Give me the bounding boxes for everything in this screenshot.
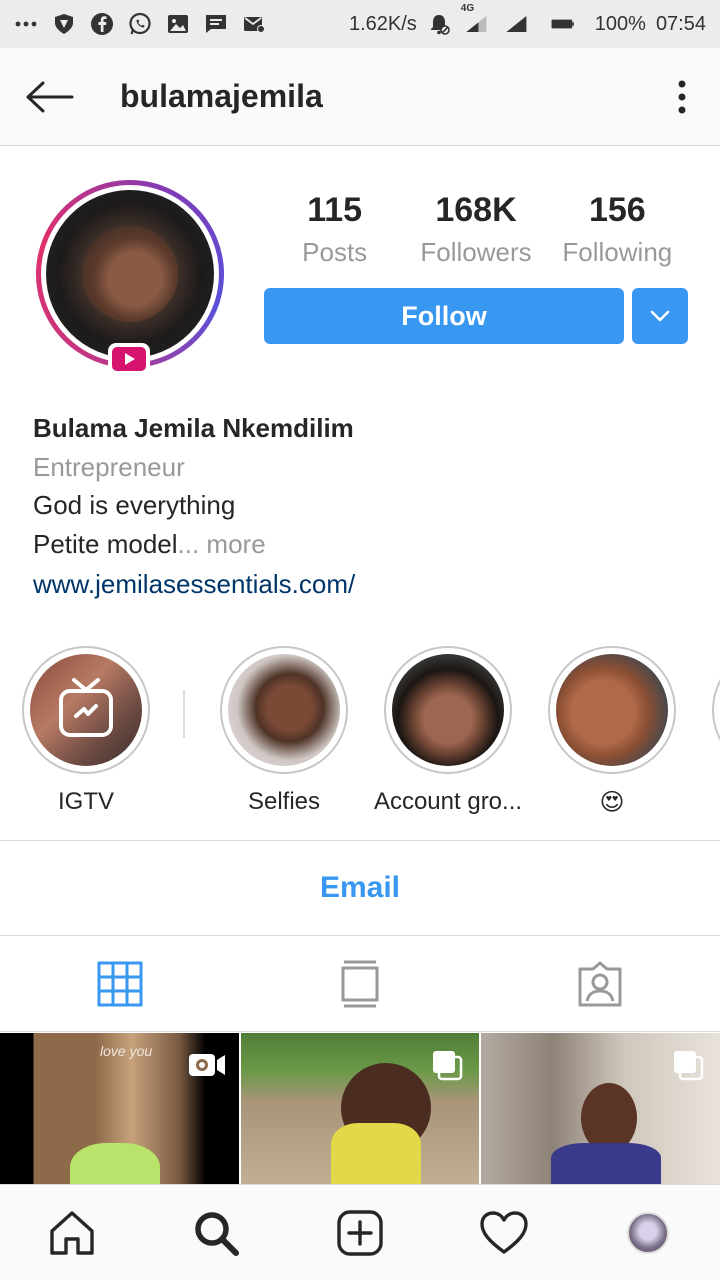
- chevron-down-icon: [650, 310, 670, 322]
- tagged-icon: [578, 961, 622, 1006]
- page-title: bulamajemila: [120, 78, 323, 114]
- vpn-shield-icon: [52, 12, 76, 36]
- highlight-account-growth[interactable]: Account gro...: [366, 646, 530, 816]
- follow-button[interactable]: Follow: [264, 288, 624, 344]
- clock: 07:54: [655, 12, 706, 35]
- avatar-photo: [46, 190, 214, 358]
- bio-website-link[interactable]: www.jemilasessentials.com/: [33, 564, 693, 604]
- profile-tabs: [0, 936, 720, 1032]
- play-icon: [125, 353, 135, 365]
- mute-bell-icon: [427, 12, 451, 36]
- nav-home[interactable]: [0, 1185, 144, 1280]
- video-icon: [187, 1049, 227, 1081]
- signal-icon: 4G: [461, 3, 491, 36]
- battery-percent: 100%: [594, 12, 646, 35]
- igtv-icon: [59, 678, 113, 737]
- add-post-icon: [337, 1209, 383, 1256]
- bio-line: God is everything: [33, 490, 236, 520]
- carousel-icon: [427, 1049, 467, 1081]
- highlight-divider: [183, 690, 185, 738]
- message-icon: [204, 12, 228, 36]
- post-thumbnail[interactable]: [481, 1033, 720, 1184]
- highlight-more[interactable]: [694, 646, 720, 774]
- stat-posts[interactable]: 115 Posts: [264, 188, 405, 272]
- stat-followers[interactable]: 168K Followers: [405, 188, 546, 272]
- bio-more-link[interactable]: ... more: [178, 529, 266, 559]
- options-button[interactable]: [644, 48, 720, 146]
- bottom-navigation: [0, 1184, 720, 1280]
- highlight-igtv[interactable]: IGTV: [4, 646, 168, 816]
- post-caption-text: love you: [100, 1043, 153, 1059]
- suggestions-dropdown-button[interactable]: [632, 288, 688, 344]
- signal-icon: [501, 12, 531, 36]
- post-thumbnail[interactable]: love you: [0, 1033, 239, 1184]
- net-speed: 1.62K/s: [348, 12, 417, 35]
- status-bar: 1.62K/s 4G 100% 07:54: [0, 0, 720, 48]
- profile-stats: 115 Posts 168K Followers 156 Following: [264, 188, 688, 272]
- posts-grid: love you: [0, 1033, 720, 1184]
- carousel-icon: [668, 1049, 708, 1081]
- post-thumbnail[interactable]: [240, 1033, 480, 1184]
- profile-avatar: [627, 1211, 669, 1254]
- grid-icon: [97, 961, 143, 1006]
- email-button[interactable]: Email: [320, 871, 400, 905]
- highlight-emoji[interactable]: 😍: [530, 646, 694, 817]
- facebook-icon: [90, 12, 114, 36]
- stat-following[interactable]: 156 Following: [547, 188, 688, 272]
- tab-igtv[interactable]: [240, 936, 480, 1031]
- tab-tagged[interactable]: [480, 936, 720, 1031]
- nav-search[interactable]: [144, 1185, 288, 1280]
- tab-grid[interactable]: [0, 936, 240, 1031]
- more-vertical-icon: [678, 80, 686, 113]
- arrow-left-icon: [26, 81, 74, 112]
- bio-category: Entrepreneur: [33, 452, 185, 482]
- profile-header: bulamajemila: [0, 48, 720, 146]
- heart-icon: [480, 1210, 528, 1254]
- bio-name: Bulama Jemila Nkemdilim: [33, 413, 354, 443]
- mail-icon: [242, 12, 266, 36]
- nav-new-post[interactable]: [288, 1185, 432, 1280]
- search-icon: [195, 1211, 239, 1256]
- nav-profile[interactable]: [576, 1185, 720, 1280]
- more-icon: [14, 12, 38, 36]
- bio-line: Petite model... more: [33, 529, 266, 559]
- contact-bar: Email: [0, 840, 720, 936]
- igtv-badge: [108, 343, 150, 375]
- igtv-tab-icon: [341, 960, 379, 1007]
- highlight-selfies[interactable]: Selfies: [202, 646, 366, 816]
- whatsapp-icon: [128, 12, 152, 36]
- back-button[interactable]: [0, 48, 100, 146]
- battery-icon: [541, 12, 585, 36]
- nav-activity[interactable]: [432, 1185, 576, 1280]
- home-icon: [50, 1210, 94, 1255]
- avatar[interactable]: [36, 180, 224, 368]
- gallery-icon: [166, 12, 190, 36]
- story-highlights: IGTV Selfies Account gro... 😍: [0, 646, 720, 826]
- bio: Bulama Jemila Nkemdilim Entrepreneur God…: [33, 408, 693, 604]
